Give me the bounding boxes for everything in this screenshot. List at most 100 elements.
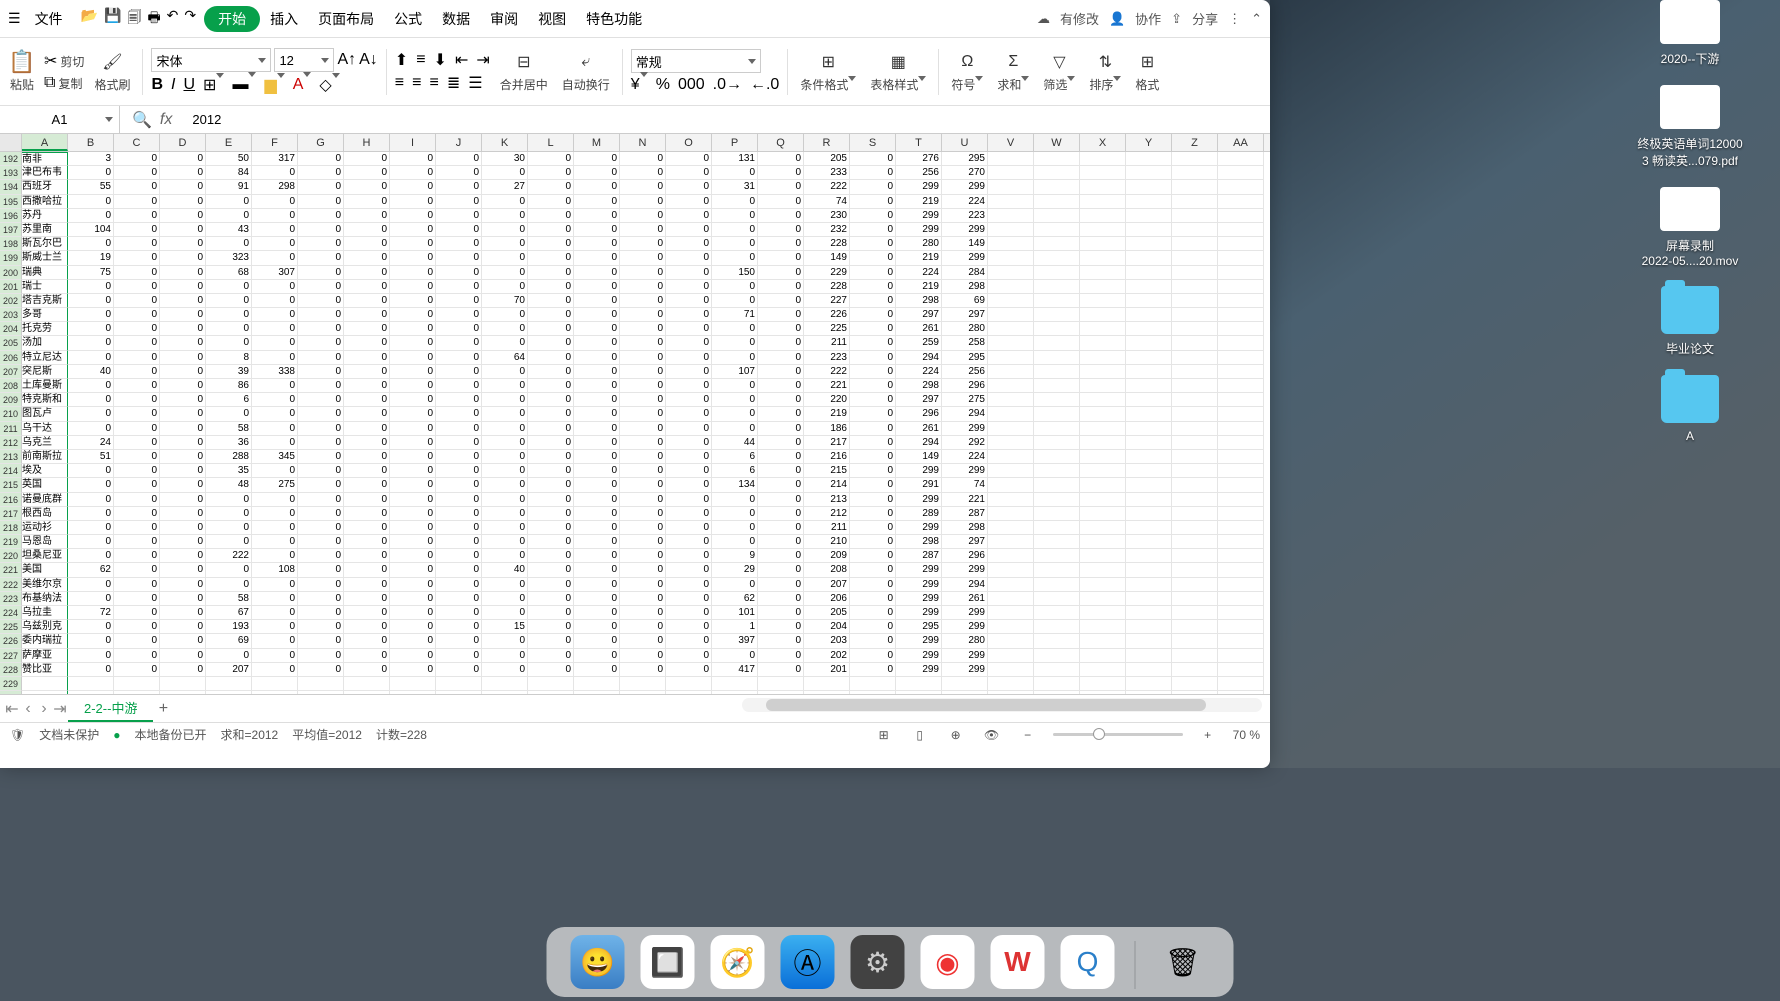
row-header[interactable]: 195 — [0, 195, 22, 209]
cell[interactable]: 0 — [482, 237, 528, 251]
cell[interactable]: 0 — [206, 294, 252, 308]
cell[interactable]: 0 — [712, 195, 758, 209]
cell[interactable]: 0 — [252, 251, 298, 265]
cell[interactable]: 0 — [252, 663, 298, 677]
cell[interactable]: 0 — [114, 280, 160, 294]
cell[interactable]: 0 — [436, 266, 482, 280]
cell[interactable]: 256 — [896, 166, 942, 180]
cell[interactable]: 0 — [528, 379, 574, 393]
cell[interactable]: 0 — [252, 351, 298, 365]
cell[interactable]: 0 — [850, 251, 896, 265]
cell[interactable]: 0 — [850, 336, 896, 350]
cell[interactable]: 0 — [298, 563, 344, 577]
cell[interactable]: 0 — [206, 649, 252, 663]
row-header[interactable]: 193 — [0, 166, 22, 180]
cell[interactable]: 塔吉克斯 — [22, 294, 68, 308]
cell[interactable]: 215 — [804, 464, 850, 478]
cell[interactable]: 0 — [68, 322, 114, 336]
cell[interactable]: 0 — [758, 464, 804, 478]
cell[interactable]: 0 — [436, 521, 482, 535]
cell[interactable] — [1080, 407, 1126, 421]
cell[interactable]: 0 — [390, 422, 436, 436]
cell[interactable]: 0 — [114, 535, 160, 549]
col-header-C[interactable]: C — [114, 134, 160, 151]
cell[interactable] — [1172, 365, 1218, 379]
cell[interactable]: 0 — [160, 549, 206, 563]
cell[interactable]: 298 — [942, 280, 988, 294]
cell[interactable]: 0 — [666, 464, 712, 478]
cell[interactable] — [988, 351, 1034, 365]
cell[interactable]: 0 — [574, 521, 620, 535]
cell[interactable]: 307 — [252, 266, 298, 280]
cell[interactable]: 0 — [620, 634, 666, 648]
cell[interactable]: 赞比亚 — [22, 663, 68, 677]
settings-icon[interactable]: ⚙ — [851, 935, 905, 989]
cell[interactable] — [620, 677, 666, 691]
cell[interactable]: 0 — [436, 237, 482, 251]
cell[interactable]: 0 — [436, 294, 482, 308]
cell[interactable] — [1080, 351, 1126, 365]
cell[interactable]: 0 — [620, 549, 666, 563]
cell[interactable]: 6 — [712, 464, 758, 478]
table-style-label[interactable]: 表格样式 — [870, 76, 926, 93]
cell[interactable]: 0 — [344, 535, 390, 549]
sum-icon[interactable]: Σ — [1001, 50, 1025, 74]
cell[interactable] — [1218, 166, 1264, 180]
cell[interactable]: 0 — [850, 663, 896, 677]
row-header[interactable]: 216 — [0, 493, 22, 507]
cell[interactable]: 0 — [666, 195, 712, 209]
cell[interactable] — [1080, 563, 1126, 577]
cell[interactable]: 0 — [436, 663, 482, 677]
cell[interactable]: 299 — [942, 223, 988, 237]
cell[interactable] — [1034, 592, 1080, 606]
cell[interactable]: 0 — [712, 422, 758, 436]
cell[interactable]: 75 — [68, 266, 114, 280]
zoom-value[interactable]: 70 % — [1233, 728, 1260, 742]
cell[interactable]: 0 — [252, 592, 298, 606]
cell[interactable]: 0 — [114, 436, 160, 450]
cell[interactable]: 0 — [482, 535, 528, 549]
cell[interactable]: 0 — [298, 308, 344, 322]
cell[interactable] — [1080, 507, 1126, 521]
cell[interactable]: 299 — [942, 422, 988, 436]
cell[interactable]: 0 — [390, 649, 436, 663]
cell[interactable]: 0 — [160, 450, 206, 464]
col-header-P[interactable]: P — [712, 134, 758, 151]
cell[interactable]: 0 — [758, 549, 804, 563]
cell[interactable]: 0 — [620, 336, 666, 350]
cell[interactable]: 0 — [252, 393, 298, 407]
page-view-icon[interactable]: ▯ — [909, 726, 931, 744]
cell[interactable]: 0 — [620, 535, 666, 549]
cell[interactable] — [1126, 195, 1172, 209]
cell[interactable]: 299 — [942, 606, 988, 620]
col-header-U[interactable]: U — [942, 134, 988, 151]
cell[interactable]: 0 — [206, 493, 252, 507]
cell[interactable]: 0 — [528, 507, 574, 521]
cell[interactable]: 0 — [758, 507, 804, 521]
cell[interactable]: 0 — [482, 450, 528, 464]
cell[interactable] — [1172, 493, 1218, 507]
cell[interactable] — [1218, 195, 1264, 209]
cell[interactable]: 0 — [252, 549, 298, 563]
cell[interactable]: 斯威士兰 — [22, 251, 68, 265]
col-header-V[interactable]: V — [988, 134, 1034, 151]
cell[interactable] — [1172, 606, 1218, 620]
col-header-J[interactable]: J — [436, 134, 482, 151]
cell[interactable]: 0 — [344, 365, 390, 379]
cell[interactable] — [1080, 336, 1126, 350]
cell[interactable]: 0 — [436, 223, 482, 237]
coop-label[interactable]: 协作 — [1135, 9, 1161, 28]
cell[interactable]: 0 — [68, 294, 114, 308]
cell[interactable]: 0 — [620, 393, 666, 407]
cell[interactable]: 0 — [482, 606, 528, 620]
cell[interactable]: 0 — [390, 436, 436, 450]
cell[interactable]: 0 — [482, 521, 528, 535]
cell[interactable]: 0 — [68, 592, 114, 606]
cell[interactable]: 0 — [482, 336, 528, 350]
cell[interactable] — [574, 677, 620, 691]
cell[interactable]: 西撒哈拉 — [22, 195, 68, 209]
cell[interactable] — [252, 677, 298, 691]
hamburger-icon[interactable]: ☰ — [8, 10, 21, 27]
align-right-icon[interactable]: ≡ — [429, 74, 438, 92]
copy-icon[interactable]: ⧉ — [44, 74, 55, 92]
